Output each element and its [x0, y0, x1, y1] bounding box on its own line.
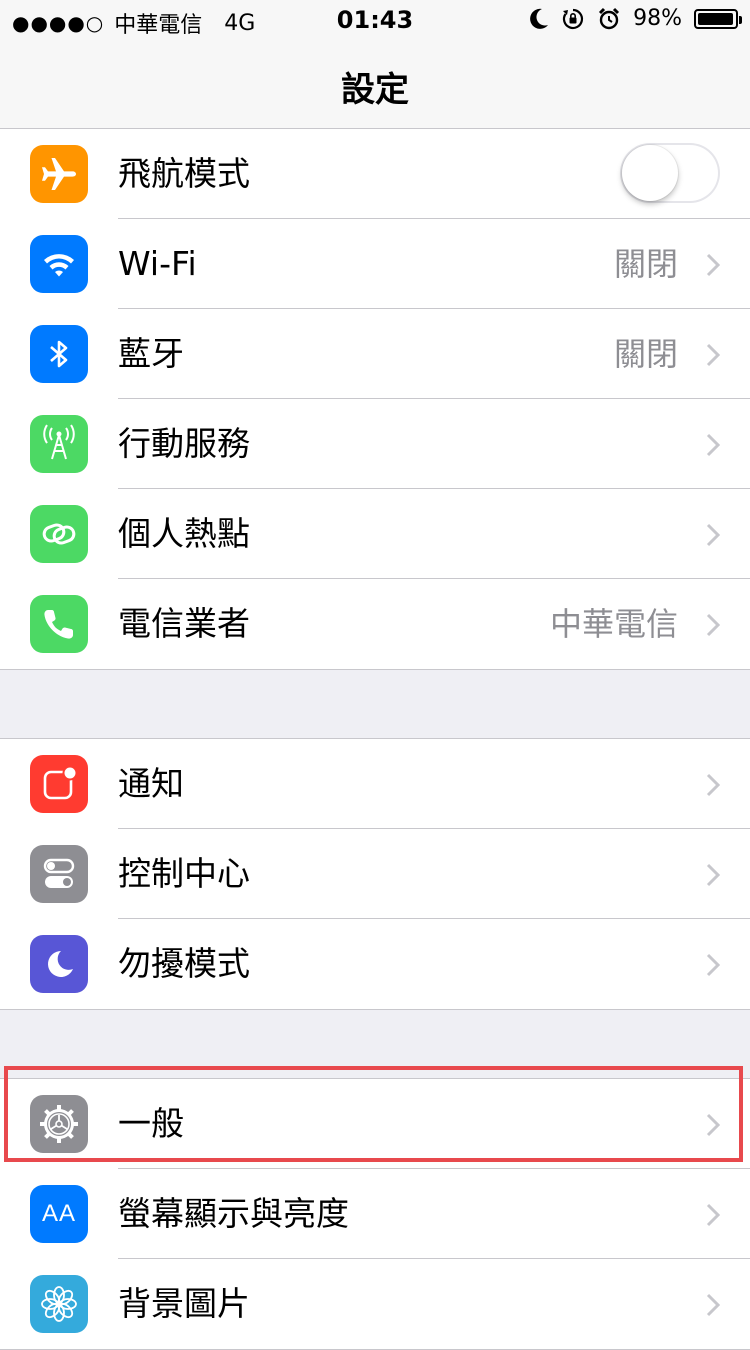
row-label: 勿擾模式 [118, 944, 250, 983]
display-brightness-icon-text: AA [41, 1200, 76, 1227]
chevron-right-icon [706, 253, 720, 277]
phone-icon [30, 595, 88, 653]
row-display-brightness[interactable]: AA 螢幕顯示與亮度 [0, 1169, 750, 1259]
toggle-knob [622, 145, 678, 201]
settings-group-connectivity: 飛航模式 Wi-Fi 關閉 藍牙 關閉 行動服務 個人熱點 電信業者 中華電信 [0, 128, 750, 670]
airplane-icon [30, 145, 88, 203]
status-right: 98% [529, 6, 742, 31]
rotation-lock-icon [562, 8, 584, 29]
chevron-right-icon [706, 613, 720, 637]
row-personal-hotspot[interactable]: 個人熱點 [0, 489, 750, 579]
status-bar: ●●●●○ 中華電信 4G 01:43 98% [0, 0, 750, 40]
row-airplane-mode[interactable]: 飛航模式 [0, 129, 750, 219]
row-bluetooth[interactable]: 藍牙 關閉 [0, 309, 750, 399]
chevron-right-icon [706, 1113, 720, 1137]
bluetooth-icon [30, 325, 88, 383]
wifi-icon [30, 235, 88, 293]
moon-status-icon [530, 8, 549, 29]
row-wifi[interactable]: Wi-Fi 關閉 [0, 219, 750, 309]
chevron-right-icon [706, 433, 720, 457]
battery-percent: 98% [633, 6, 682, 31]
moon-icon [30, 935, 88, 993]
row-label: 個人熱點 [118, 514, 250, 553]
gear-icon [30, 1095, 88, 1153]
chevron-right-icon [706, 773, 720, 797]
row-label: 一般 [118, 1104, 184, 1143]
page-title: 設定 [341, 70, 409, 110]
bluetooth-status-value: 關閉 [613, 335, 678, 373]
row-label: 控制中心 [118, 854, 250, 893]
hotspot-chain-icon [30, 505, 88, 563]
row-label: 藍牙 [118, 334, 184, 373]
row-cellular[interactable]: 行動服務 [0, 399, 750, 489]
row-label: 通知 [118, 764, 184, 803]
chevron-right-icon [706, 953, 720, 977]
row-label: 螢幕顯示與亮度 [118, 1194, 349, 1233]
notifications-icon [30, 755, 88, 813]
row-label: 行動服務 [118, 424, 250, 463]
row-label: 背景圖片 [118, 1284, 250, 1323]
row-general[interactable]: 一般 [0, 1079, 750, 1169]
wallpaper-flower-icon [30, 1275, 88, 1333]
row-wallpaper[interactable]: 背景圖片 [0, 1259, 750, 1349]
top-bar: ●●●●○ 中華電信 4G 01:43 98% 設定 [0, 0, 750, 130]
chevron-right-icon [706, 523, 720, 547]
battery-icon [694, 8, 742, 29]
chevron-right-icon [706, 1293, 720, 1317]
row-do-not-disturb[interactable]: 勿擾模式 [0, 919, 750, 1009]
alarm-icon [599, 7, 620, 29]
control-center-icon [30, 845, 88, 903]
row-carrier[interactable]: 電信業者 中華電信 [0, 579, 750, 669]
chevron-right-icon [706, 863, 720, 887]
carrier-value: 中華電信 [549, 605, 678, 643]
row-notifications[interactable]: 通知 [0, 739, 750, 829]
settings-group-notifications: 通知 控制中心 勿擾模式 [0, 738, 750, 1010]
cellular-antenna-icon [30, 415, 88, 473]
row-label: 電信業者 [118, 604, 250, 643]
chevron-right-icon [706, 1203, 720, 1227]
row-control-center[interactable]: 控制中心 [0, 829, 750, 919]
airplane-mode-toggle[interactable] [620, 143, 720, 203]
settings-group-general: 一般 AA 螢幕顯示與亮度 背景圖片 [0, 1078, 750, 1350]
wifi-status-value: 關閉 [613, 245, 678, 283]
row-label: Wi-Fi [118, 244, 197, 283]
battery-level [698, 12, 733, 25]
row-label: 飛航模式 [118, 154, 250, 193]
display-brightness-icon: AA [30, 1185, 88, 1243]
chevron-right-icon [706, 343, 720, 367]
